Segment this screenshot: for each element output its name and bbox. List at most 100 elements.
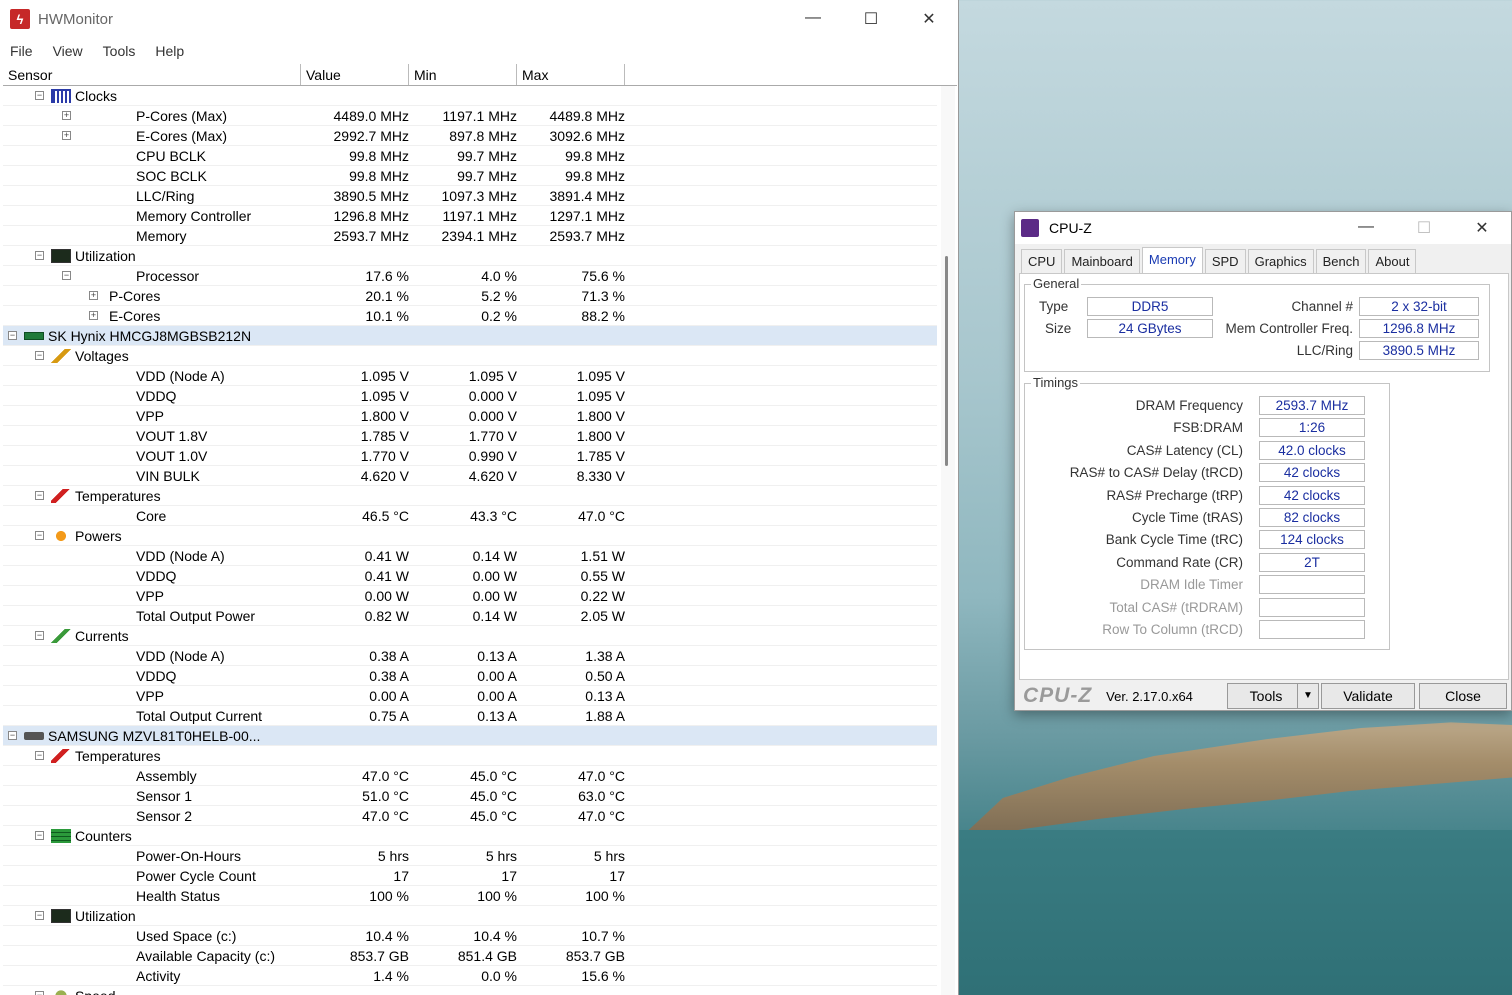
tab-graphics[interactable]: Graphics bbox=[1247, 249, 1314, 273]
scrollbar-thumb[interactable] bbox=[945, 256, 948, 466]
collapse-icon[interactable]: − bbox=[8, 331, 17, 340]
sensor-row[interactable]: Core 46.5 °C 43.3 °C 47.0 °C bbox=[3, 506, 937, 526]
sensor-row[interactable]: Total Output Current 0.75 A 0.13 A 1.88 A bbox=[3, 706, 937, 726]
collapse-icon[interactable]: − bbox=[35, 831, 44, 840]
column-value[interactable]: Value bbox=[301, 64, 409, 85]
sensor-min: 4.0 % bbox=[481, 268, 517, 284]
close-icon[interactable]: ✕ bbox=[1453, 218, 1511, 238]
category-row[interactable]: − Temperatures bbox=[3, 486, 937, 506]
sensor-row[interactable]: Memory 2593.7 MHz 2394.1 MHz 2593.7 MHz bbox=[3, 226, 937, 246]
expand-icon[interactable]: + bbox=[62, 131, 71, 140]
category-row[interactable]: − Utilization bbox=[3, 906, 937, 926]
timing-value: 1:26 bbox=[1259, 418, 1365, 438]
category-row[interactable]: − Speed bbox=[3, 986, 937, 995]
menu-file[interactable]: File bbox=[10, 43, 33, 59]
validate-button[interactable]: Validate bbox=[1321, 683, 1415, 709]
collapse-icon[interactable]: − bbox=[8, 731, 17, 740]
sensor-row[interactable]: Used Space (c:) 10.4 % 10.4 % 10.7 % bbox=[3, 926, 937, 946]
device-row[interactable]: − SAMSUNG MZVL81T0HELB-00... bbox=[3, 726, 937, 746]
sensor-value: 51.0 °C bbox=[362, 788, 409, 804]
tab-spd[interactable]: SPD bbox=[1204, 249, 1246, 273]
column-min[interactable]: Min bbox=[409, 64, 517, 85]
expand-icon[interactable]: + bbox=[89, 291, 98, 300]
sensor-row[interactable]: VOUT 1.0V 1.770 V 0.990 V 1.785 V bbox=[3, 446, 937, 466]
sensor-row[interactable]: + E-Cores 10.1 % 0.2 % 88.2 % bbox=[3, 306, 937, 326]
menu-help[interactable]: Help bbox=[155, 43, 184, 59]
category-row[interactable]: − Powers bbox=[3, 526, 937, 546]
close-icon[interactable]: ✕ bbox=[900, 9, 958, 29]
sensor-max: 8.330 V bbox=[576, 468, 625, 484]
device-row[interactable]: − SK Hynix HMCGJ8MGBSB212N bbox=[3, 326, 937, 346]
sensor-row[interactable]: VOUT 1.8V 1.785 V 1.770 V 1.800 V bbox=[3, 426, 937, 446]
sensor-row[interactable]: Memory Controller 1296.8 MHz 1197.1 MHz 129… bbox=[3, 206, 937, 226]
sensor-row[interactable]: VPP 0.00 A 0.00 A 0.13 A bbox=[3, 686, 937, 706]
sensor-name: VOUT 1.0V bbox=[136, 448, 208, 464]
collapse-icon[interactable]: − bbox=[35, 351, 44, 360]
sensor-row[interactable]: − Processor 17.6 % 4.0 % 75.6 % bbox=[3, 266, 937, 286]
maximize-icon[interactable]: ☐ bbox=[842, 9, 900, 29]
sensor-row[interactable]: VIN BULK 4.620 V 4.620 V 8.330 V bbox=[3, 466, 937, 486]
category-row[interactable]: − Counters bbox=[3, 826, 937, 846]
sensor-row[interactable]: Total Output Power 0.82 W 0.14 W 2.05 W bbox=[3, 606, 937, 626]
tab-about[interactable]: About bbox=[1368, 249, 1417, 273]
sensor-row[interactable]: Activity 1.4 % 0.0 % 15.6 % bbox=[3, 966, 937, 986]
menu-tools[interactable]: Tools bbox=[103, 43, 136, 59]
close-button[interactable]: Close bbox=[1419, 683, 1507, 709]
tab-mainboard[interactable]: Mainboard bbox=[1064, 249, 1140, 273]
sensor-row[interactable]: CPU BCLK 99.8 MHz 99.7 MHz 99.8 MHz bbox=[3, 146, 937, 166]
sensor-value: 47.0 °C bbox=[362, 808, 409, 824]
expand-icon[interactable]: + bbox=[62, 111, 71, 120]
sensor-row[interactable]: VDD (Node A) 0.41 W 0.14 W 1.51 W bbox=[3, 546, 937, 566]
tab-cpu[interactable]: CPU bbox=[1021, 249, 1063, 273]
column-sensor[interactable]: Sensor bbox=[3, 64, 301, 85]
sensor-row[interactable]: Power Cycle Count 17 17 17 bbox=[3, 866, 937, 886]
sensor-name: VPP bbox=[136, 588, 165, 604]
sensor-row[interactable]: LLC/Ring 3890.5 MHz 1097.3 MHz 3891.4 MHz bbox=[3, 186, 937, 206]
tab-memory[interactable]: Memory bbox=[1141, 247, 1203, 274]
sensor-row[interactable]: VDD (Node A) 0.38 A 0.13 A 1.38 A bbox=[3, 646, 937, 666]
sensor-row[interactable]: VPP 1.800 V 0.000 V 1.800 V bbox=[3, 406, 937, 426]
category-row[interactable]: − Temperatures bbox=[3, 746, 937, 766]
tools-button[interactable]: Tools bbox=[1227, 683, 1305, 709]
menu-view[interactable]: View bbox=[53, 43, 83, 59]
collapse-icon[interactable]: − bbox=[35, 991, 44, 995]
collapse-icon[interactable]: − bbox=[35, 491, 44, 500]
sensor-row[interactable]: + P-Cores 20.1 % 5.2 % 71.3 % bbox=[3, 286, 937, 306]
sensor-row[interactable]: Health Status 100 % 100 % 100 % bbox=[3, 886, 937, 906]
category-row[interactable]: − Currents bbox=[3, 626, 937, 646]
minimize-icon[interactable]: — bbox=[784, 9, 842, 29]
category-row[interactable]: − Utilization bbox=[3, 246, 937, 266]
collapse-icon[interactable]: − bbox=[35, 631, 44, 640]
sensor-row[interactable]: Power-On-Hours 5 hrs 5 hrs 5 hrs bbox=[3, 846, 937, 866]
collapse-icon[interactable]: − bbox=[62, 271, 71, 280]
tab-bench[interactable]: Bench bbox=[1315, 249, 1367, 273]
collapse-icon[interactable]: − bbox=[35, 91, 44, 100]
column-max[interactable]: Max bbox=[517, 64, 625, 85]
collapse-icon[interactable]: − bbox=[35, 751, 44, 760]
expand-icon[interactable]: + bbox=[89, 311, 98, 320]
category-row[interactable]: − Voltages bbox=[3, 346, 937, 366]
category-row[interactable]: − Clocks bbox=[3, 86, 937, 106]
sensor-row[interactable]: Available Capacity (c:) 853.7 GB 851.4 GB 8… bbox=[3, 946, 937, 966]
sensor-row[interactable]: + P-Cores (Max) 4489.0 MHz 1197.1 MHz 4489.8… bbox=[3, 106, 937, 126]
sensor-row[interactable]: VPP 0.00 W 0.00 W 0.22 W bbox=[3, 586, 937, 606]
sensor-row[interactable]: Assembly 47.0 °C 45.0 °C 47.0 °C bbox=[3, 766, 937, 786]
hwmonitor-window: ϟ HWMonitor — ☐ ✕ File View Tools Help S… bbox=[0, 0, 959, 995]
collapse-icon[interactable]: − bbox=[35, 911, 44, 920]
collapse-icon[interactable]: − bbox=[35, 531, 44, 540]
sensor-row[interactable]: Sensor 2 47.0 °C 45.0 °C 47.0 °C bbox=[3, 806, 937, 826]
sensor-max: 99.8 MHz bbox=[565, 148, 625, 164]
sensor-row[interactable]: VDD (Node A) 1.095 V 1.095 V 1.095 V bbox=[3, 366, 937, 386]
collapse-icon[interactable]: − bbox=[35, 251, 44, 260]
minimize-icon[interactable]: — bbox=[1337, 218, 1395, 238]
sensor-min: 0.13 A bbox=[477, 648, 517, 664]
tools-dropdown-icon[interactable]: ▼ bbox=[1297, 683, 1319, 709]
sensor-row[interactable]: VDDQ 0.38 A 0.00 A 0.50 A bbox=[3, 666, 937, 686]
sensor-row[interactable]: VDDQ 0.41 W 0.00 W 0.55 W bbox=[3, 566, 937, 586]
vertical-scrollbar[interactable] bbox=[941, 86, 955, 995]
sensor-row[interactable]: VDDQ 1.095 V 0.000 V 1.095 V bbox=[3, 386, 937, 406]
type-value: DDR5 bbox=[1087, 297, 1213, 316]
sensor-row[interactable]: + E-Cores (Max) 2992.7 MHz 897.8 MHz 3092.6 … bbox=[3, 126, 937, 146]
sensor-row[interactable]: SOC BCLK 99.8 MHz 99.7 MHz 99.8 MHz bbox=[3, 166, 937, 186]
sensor-row[interactable]: Sensor 1 51.0 °C 45.0 °C 63.0 °C bbox=[3, 786, 937, 806]
